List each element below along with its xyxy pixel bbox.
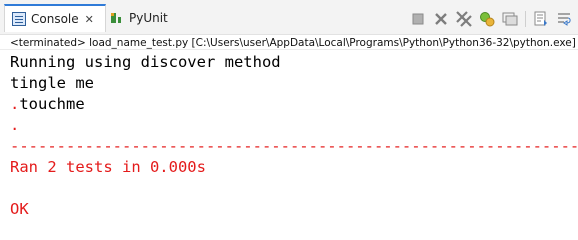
test-progress-dot: . <box>10 95 20 113</box>
tab-pyunit[interactable]: PyUnit <box>108 4 170 32</box>
toolbar-separator <box>525 11 526 27</box>
test-summary: Ran 2 tests in 0.000s <box>10 158 206 176</box>
console-line-mixed: .touchme <box>10 94 578 115</box>
console-line: Running using discover method <box>10 53 281 71</box>
scroll-lock-icon[interactable] <box>533 11 549 27</box>
pin-console-icon[interactable] <box>479 11 495 27</box>
result-separator: ----------------------------------------… <box>10 137 578 155</box>
console-toolbar <box>410 9 578 29</box>
stdout-text: touchme <box>19 95 85 113</box>
stop-icon[interactable] <box>410 11 426 27</box>
display-console-icon[interactable] <box>502 11 518 27</box>
tab-pyunit-label: PyUnit <box>129 11 168 25</box>
tab-console-label: Console <box>31 12 79 26</box>
console-line: . <box>10 116 20 134</box>
remove-launch-icon[interactable] <box>433 11 449 27</box>
remove-all-terminated-icon[interactable] <box>456 11 472 27</box>
tab-console[interactable]: Console ✕ <box>4 4 106 32</box>
close-icon[interactable]: ✕ <box>85 13 94 26</box>
console-line: tingle me <box>10 74 94 92</box>
view-tab-bar: Console ✕ PyUnit <box>0 0 578 35</box>
process-status: <terminated> load_name_test.py [C:\Users… <box>0 36 578 50</box>
console-icon <box>12 12 26 26</box>
test-result-ok: OK <box>10 200 29 218</box>
word-wrap-icon[interactable] <box>556 11 572 27</box>
console-output[interactable]: Running using discover method tingle me … <box>10 52 578 220</box>
pyunit-icon <box>110 11 124 25</box>
